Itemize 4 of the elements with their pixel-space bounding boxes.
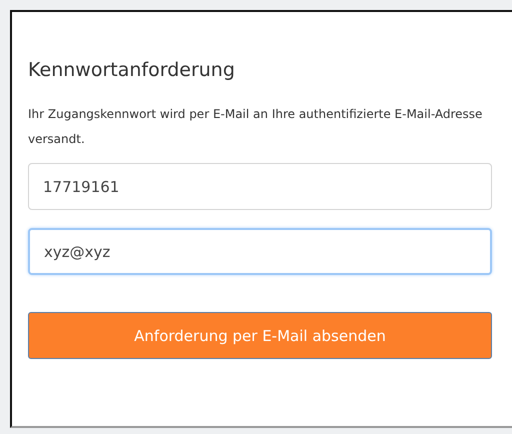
input-field[interactable]: 17719161 xyxy=(28,163,492,210)
dialog-title: Kennwortanforderung xyxy=(28,58,236,82)
input-field[interactable]: xyz@xyz xyxy=(28,228,492,275)
description-text: Ihr Zugangskennwort wird per E-Mail an Ihre authentifizierte E-Mail-Adresse versandt. xyxy=(28,106,484,148)
